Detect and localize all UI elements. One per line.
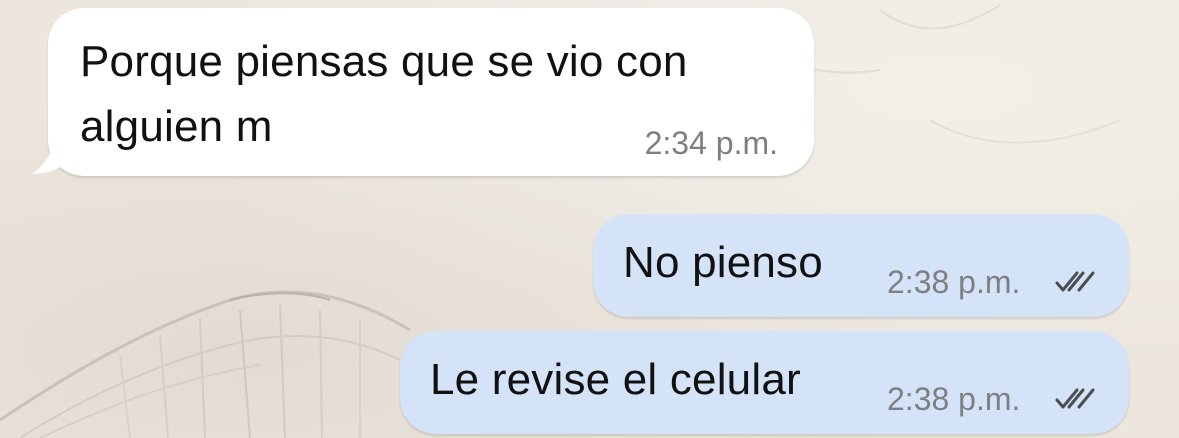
message-text: Le revise el celular bbox=[430, 355, 801, 404]
message-text-line-2: alguien m bbox=[80, 102, 273, 151]
outgoing-message-bubble[interactable]: Le revise el celular 2:38 p.m. bbox=[400, 331, 1129, 434]
double-check-icon bbox=[1055, 271, 1095, 292]
message-timestamp: 2:34 p.m. bbox=[644, 125, 778, 161]
incoming-message-bubble[interactable]: Porque piensas que se vio con alguien m … bbox=[48, 8, 814, 176]
incoming-bubble-tail bbox=[32, 138, 70, 174]
outgoing-message-bubble[interactable]: No pienso 2:38 p.m. bbox=[593, 214, 1129, 317]
double-check-icon bbox=[1055, 388, 1095, 409]
message-timestamp: 2:38 p.m. bbox=[887, 264, 1021, 300]
message-text-line-1: Porque piensas que se vio con bbox=[80, 37, 688, 86]
message-timestamp: 2:38 p.m. bbox=[887, 381, 1021, 417]
message-text: No pienso bbox=[623, 238, 823, 287]
